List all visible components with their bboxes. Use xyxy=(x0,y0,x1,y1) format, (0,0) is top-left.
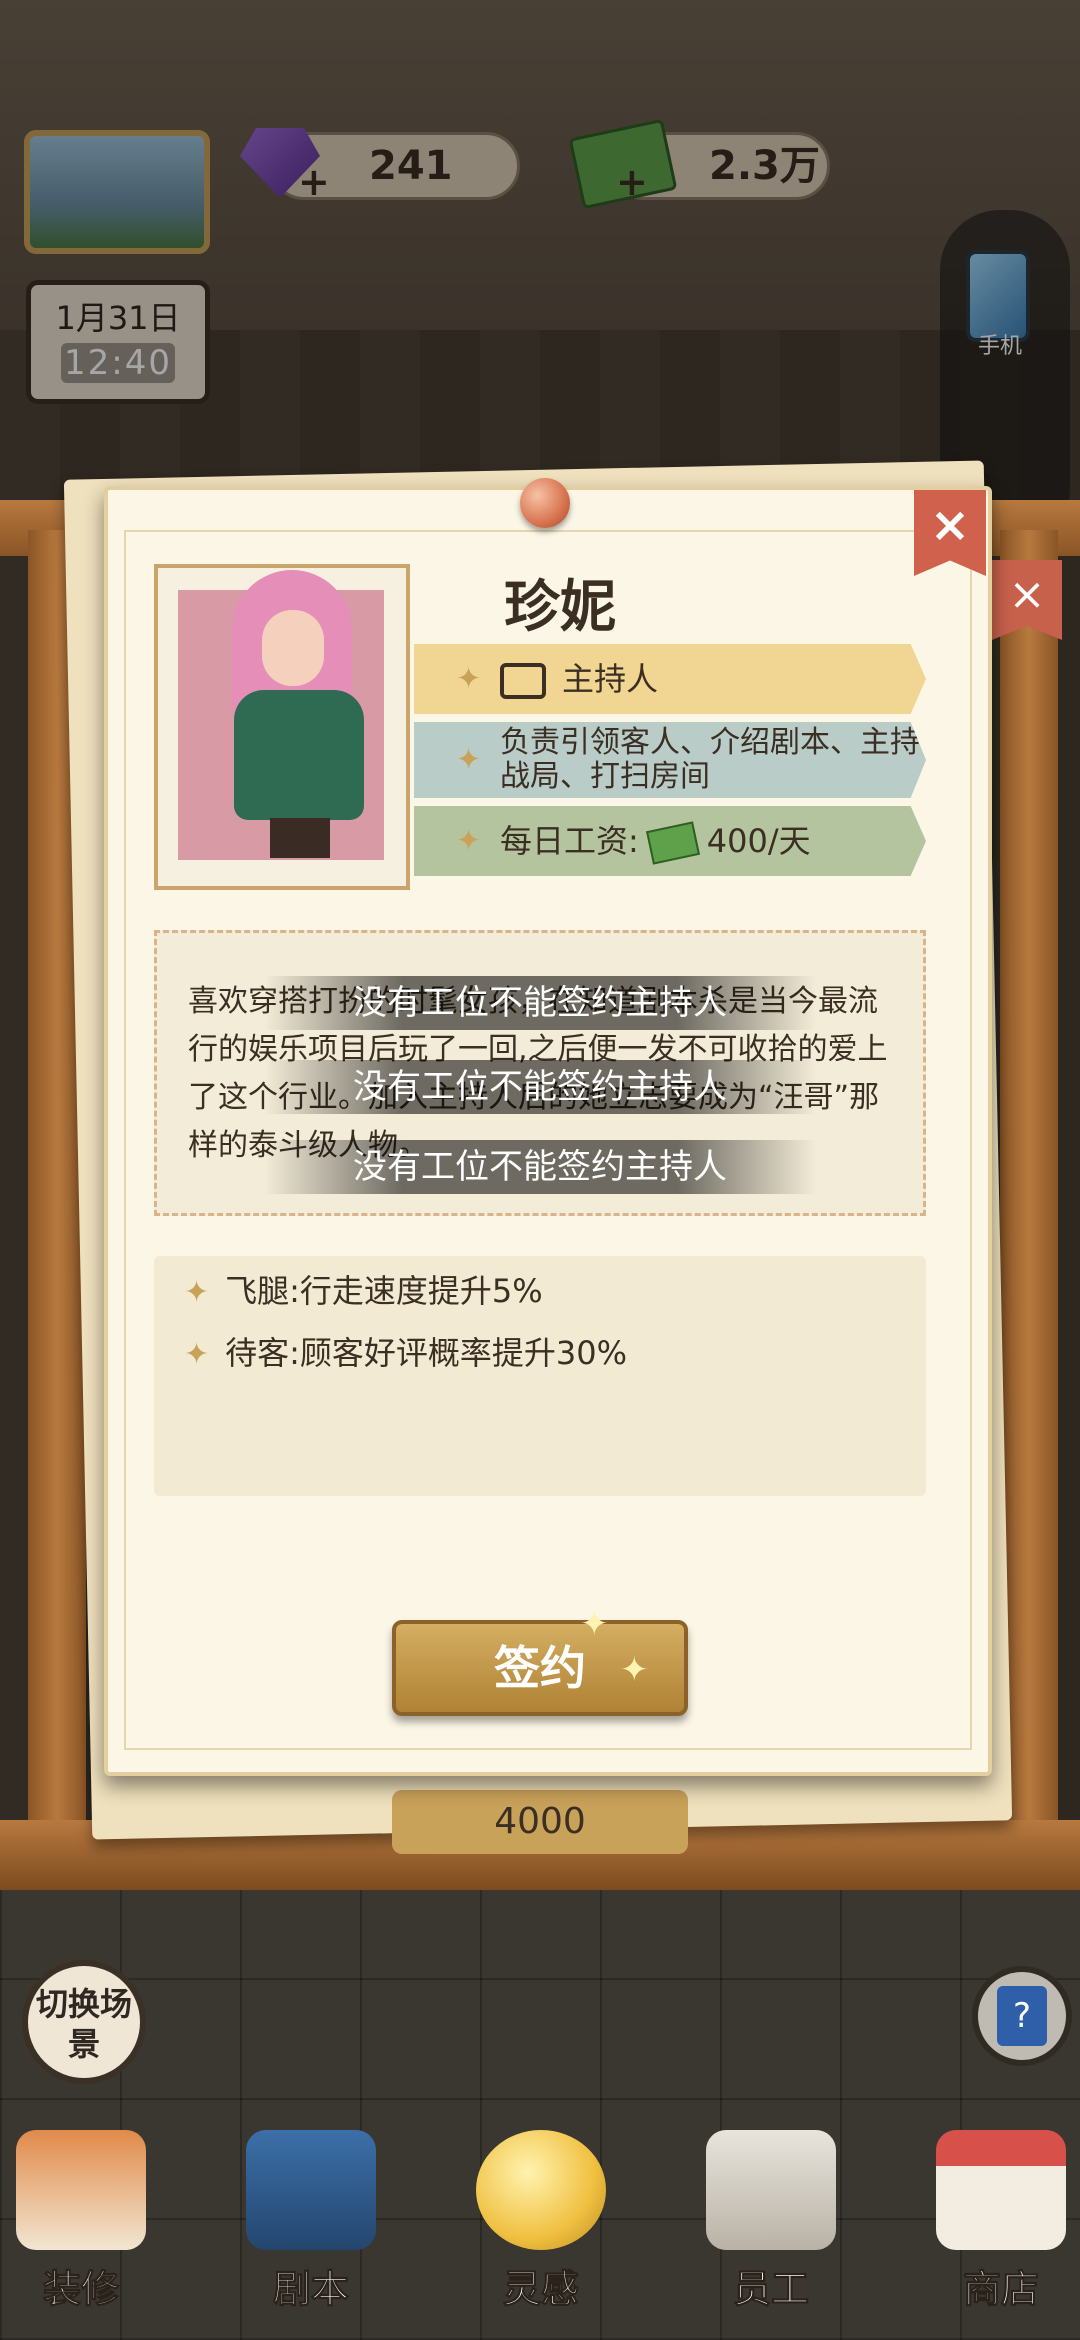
skill-text: 飞腿:行走速度提升5% xyxy=(225,1272,543,1310)
character-hoodie xyxy=(234,690,364,820)
help-button[interactable]: ? xyxy=(972,1966,1072,2066)
skill-text: 待客:顾客好评概率提升30% xyxy=(225,1334,628,1372)
toast-message: 没有工位不能签约主持人 xyxy=(264,976,816,1030)
nav-label: 灵感 xyxy=(502,2267,579,2312)
nav-shop[interactable]: 商店 xyxy=(926,2130,1076,2312)
star-icon: ✦ xyxy=(456,661,482,697)
employee-card-icon xyxy=(706,2130,836,2250)
help-book-icon: ? xyxy=(997,1986,1047,2046)
behind-cost-label: 4000 xyxy=(392,1790,688,1854)
star-icon: ✦ xyxy=(184,1275,210,1310)
switch-scene-button[interactable]: 切换场景 xyxy=(22,1960,146,2084)
role-label: 主持人 xyxy=(562,660,659,698)
character-legs xyxy=(270,818,330,858)
lightbulb-icon xyxy=(476,2130,606,2250)
sparkle-icon: ✦ xyxy=(620,1650,649,1690)
nav-label: 员工 xyxy=(732,2267,809,2312)
nav-inspiration[interactable]: 灵感 xyxy=(466,2130,616,2312)
skill-item: ✦ 待客:顾客好评概率提升30% xyxy=(184,1328,627,1374)
star-icon: ✦ xyxy=(456,823,482,859)
cash-icon xyxy=(645,821,700,865)
nav-decorate[interactable]: 装修 xyxy=(6,2130,156,2312)
duty-text: 负责引领客人、介绍剧本、主持战局、打扫房间 xyxy=(500,725,920,794)
skill-item: ✦ 飞腿:行走速度提升5% xyxy=(184,1266,543,1312)
id-card-icon xyxy=(500,663,546,699)
frame-right-post xyxy=(1000,530,1058,1830)
wage-ribbon: ✦ 每日工资: 400/天 xyxy=(414,806,926,876)
star-icon: ✦ xyxy=(184,1337,210,1372)
nav-staff[interactable]: 员工 xyxy=(696,2130,846,2312)
character-face xyxy=(262,610,324,686)
role-ribbon: ✦ 主持人 xyxy=(414,644,926,714)
house-icon xyxy=(16,2130,146,2250)
nav-scripts[interactable]: 剧本 xyxy=(236,2130,386,2312)
shop-icon xyxy=(936,2130,1066,2250)
toast-message: 没有工位不能签约主持人 xyxy=(264,1140,816,1194)
toast-message: 没有工位不能签约主持人 xyxy=(264,1060,816,1114)
sparkle-icon: ✦ xyxy=(580,1604,609,1644)
duty-ribbon: ✦ 负责引领客人、介绍剧本、主持战局、打扫房间 xyxy=(414,722,926,798)
nav-label: 装修 xyxy=(42,2267,119,2312)
script-book-icon xyxy=(246,2130,376,2250)
wage-label: 每日工资: xyxy=(500,822,639,860)
staff-name: 珍妮 xyxy=(504,575,616,640)
pin-icon xyxy=(520,478,570,528)
star-icon: ✦ xyxy=(456,742,482,778)
nav-label: 剧本 xyxy=(272,2267,349,2312)
wage-value: 400/天 xyxy=(706,822,811,860)
nav-label: 商店 xyxy=(962,2267,1039,2312)
